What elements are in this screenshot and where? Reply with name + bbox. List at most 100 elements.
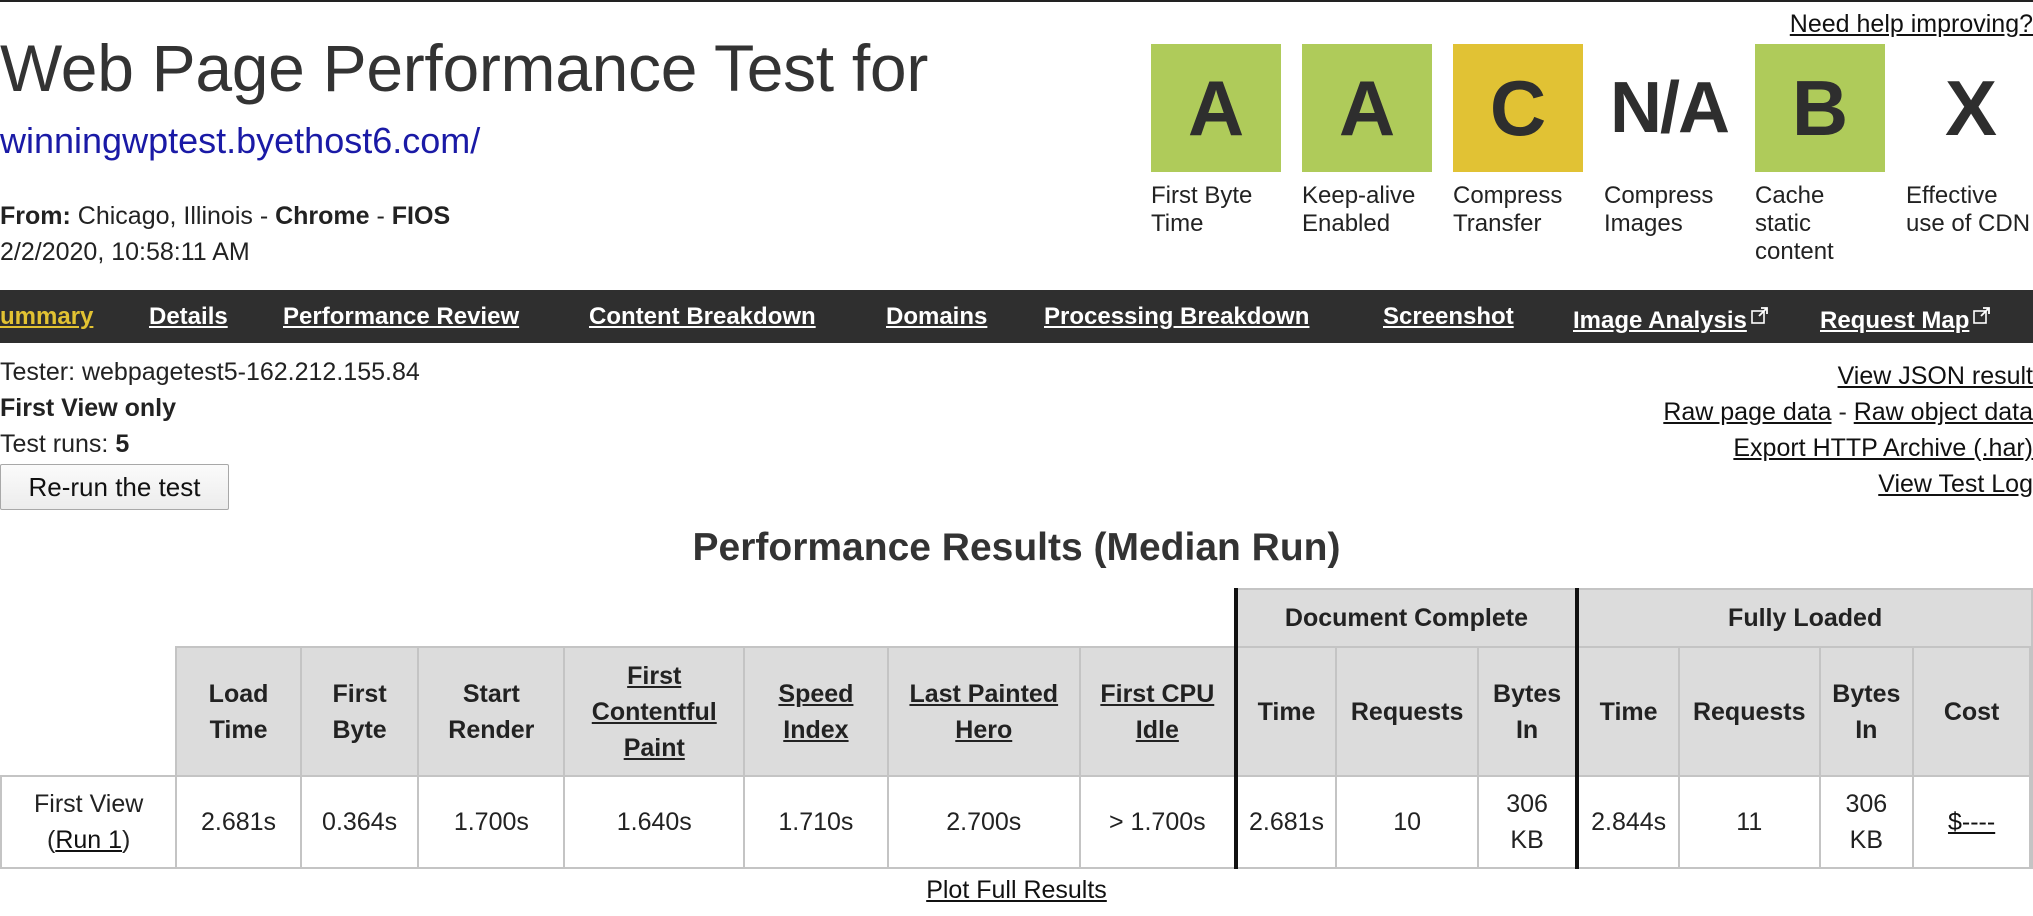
metric-value: 306 KB [1476,775,1579,869]
metric-value: 1.700s [417,775,566,869]
column-header-line: Time [1599,697,1658,726]
column-header-line[interactable]: Last Painted [909,676,1058,712]
from-label: From: [0,202,71,230]
metric-value: 1.640s [563,775,746,869]
column-header-line[interactable]: Speed [778,676,853,712]
column-header-line[interactable]: Index [783,712,848,748]
column-header: Requests [1335,646,1479,777]
column-header-line: Start [462,679,520,708]
row-label-spacer [1,647,177,776]
grade-label-line: Time [1151,210,1204,237]
column-header-line: Time [209,715,268,744]
tester-info: Tester: webpagetest5-162.212.155.84 [0,358,420,386]
runs-label: Test runs: [0,430,116,458]
tab-processing-breakdown[interactable]: Processing Breakdown [1044,290,1309,343]
tab-label: Domains [886,303,988,330]
metric-value-line: 306 [1506,790,1548,818]
tab-request-map[interactable]: Request Map [1820,290,1991,343]
column-header-line[interactable]: Hero [955,712,1012,748]
export-har-link[interactable]: Export HTTP Archive (.har) [1733,434,2033,462]
tab-performance-review[interactable]: Performance Review [283,290,519,343]
column-header-line: Byte [332,715,387,744]
column-header[interactable]: Last Painted Hero [886,646,1081,777]
grade-label-line: static [1755,210,1812,237]
column-header-line[interactable]: Idle [1136,712,1179,748]
external-link-icon [1751,290,1769,324]
grade-label-line: Keep-alive [1302,182,1416,209]
results-nav: ummary Details Performance Review Content B… [0,290,2033,343]
metric-value: 1.710s [743,775,889,869]
column-header[interactable]: First CPU Idle [1078,646,1237,777]
tab-image-analysis[interactable]: Image Analysis [1573,290,1769,343]
test-datetime: 2/2/2020, 10:58:11 AM [0,238,250,266]
grade-label: Compress Images [1604,182,1734,238]
view-mode: First View only [0,394,176,422]
column-header: Load Time [175,646,302,777]
tab-screenshot[interactable]: Screenshot [1383,290,1514,343]
grade-item[interactable]: X Effective use of CDN [1906,44,2033,238]
plot-full-results-link[interactable]: Plot Full Results [926,876,1107,905]
column-header-line: Cost [1943,697,2000,726]
run-line: (Run 1) [2,822,175,858]
grade-letter: N/A [1604,44,1734,172]
metric-value-line: KB [1510,826,1544,854]
grade-item[interactable]: N/A Compress Images [1604,44,1734,238]
header-spacer [1,589,1236,647]
rerun-test-button[interactable]: Re-run the test [0,464,229,510]
runs-value: 5 [115,430,130,458]
column-header[interactable]: First Contentful Paint [563,646,746,777]
grade-item[interactable]: A First Byte Time [1151,44,1281,238]
grade-letter: X [1906,44,2033,172]
cost-link[interactable]: $---- [1948,808,1995,836]
grade-item[interactable]: A Keep-alive Enabled [1302,44,1432,238]
grade-item[interactable]: B Cache static content [1755,44,1885,266]
external-link-icon [1973,290,1991,324]
metric-value-line: 306 [1845,790,1888,818]
location: Chicago, Illinois [77,202,253,230]
grade-label-line: First Byte [1151,182,1253,209]
results-table: Document Complete Fully Loaded Load Time Fi… [0,588,2033,869]
paren: ) [122,826,131,854]
run-link[interactable]: Run 1 [55,826,122,854]
column-header-line[interactable]: First [627,658,681,694]
tab-ummary[interactable]: ummary [0,290,93,343]
results-title: Performance Results (Median Run) [692,526,1341,569]
grade-letter: A [1151,44,1281,172]
column-header: Time [1233,646,1338,777]
group-header: Document Complete [1233,588,1579,648]
metric-value: 2.844s [1575,775,1680,869]
column-header: Cost [1912,646,2031,777]
tab-label: Image Analysis [1573,307,1747,334]
grade-label: Compress Transfer [1453,182,1583,238]
column-header-line[interactable]: First CPU [1100,676,1214,712]
grade-item[interactable]: C Compress Transfer [1453,44,1583,238]
browser: Chrome [275,202,370,230]
tab-label: Content Breakdown [589,303,816,330]
column-header[interactable]: Speed Index [743,646,889,777]
export-links: View JSON result Raw page data - Raw obj… [1663,358,2033,502]
column-header-line[interactable]: Paint [624,730,685,766]
column-header-line: Render [448,715,535,744]
grade-label-line: Compress [1604,182,1714,209]
column-header-line: Requests [1692,697,1806,726]
tested-url-link[interactable]: winningwptest.byethost6.com/ [0,120,480,162]
metric-value: 2.681s [175,775,302,869]
cost-cell: $---- [1912,775,2031,869]
tab-label: Performance Review [283,303,520,330]
page-title: Web Page Performance Test for [0,31,928,105]
raw-object-data-link[interactable]: Raw object data [1854,398,2033,426]
column-header-line: In [1515,715,1539,744]
overflow-cell [2029,775,2033,869]
tab-details[interactable]: Details [149,290,228,343]
tab-content-breakdown[interactable]: Content Breakdown [589,290,816,343]
grade-letter: B [1755,44,1885,172]
metric-value-line: KB [1849,826,1884,854]
view-json-link[interactable]: View JSON result [1838,362,2033,390]
view-test-log-link[interactable]: View Test Log [1878,470,2033,498]
grade-label-line: Images [1604,210,1683,237]
row-label: First View (Run 1) [0,775,178,869]
need-help-link[interactable]: Need help improving? [1790,10,2033,39]
column-header-line[interactable]: Contentful [592,694,717,730]
raw-page-data-link[interactable]: Raw page data [1663,398,1831,426]
tab-domains[interactable]: Domains [886,290,987,343]
